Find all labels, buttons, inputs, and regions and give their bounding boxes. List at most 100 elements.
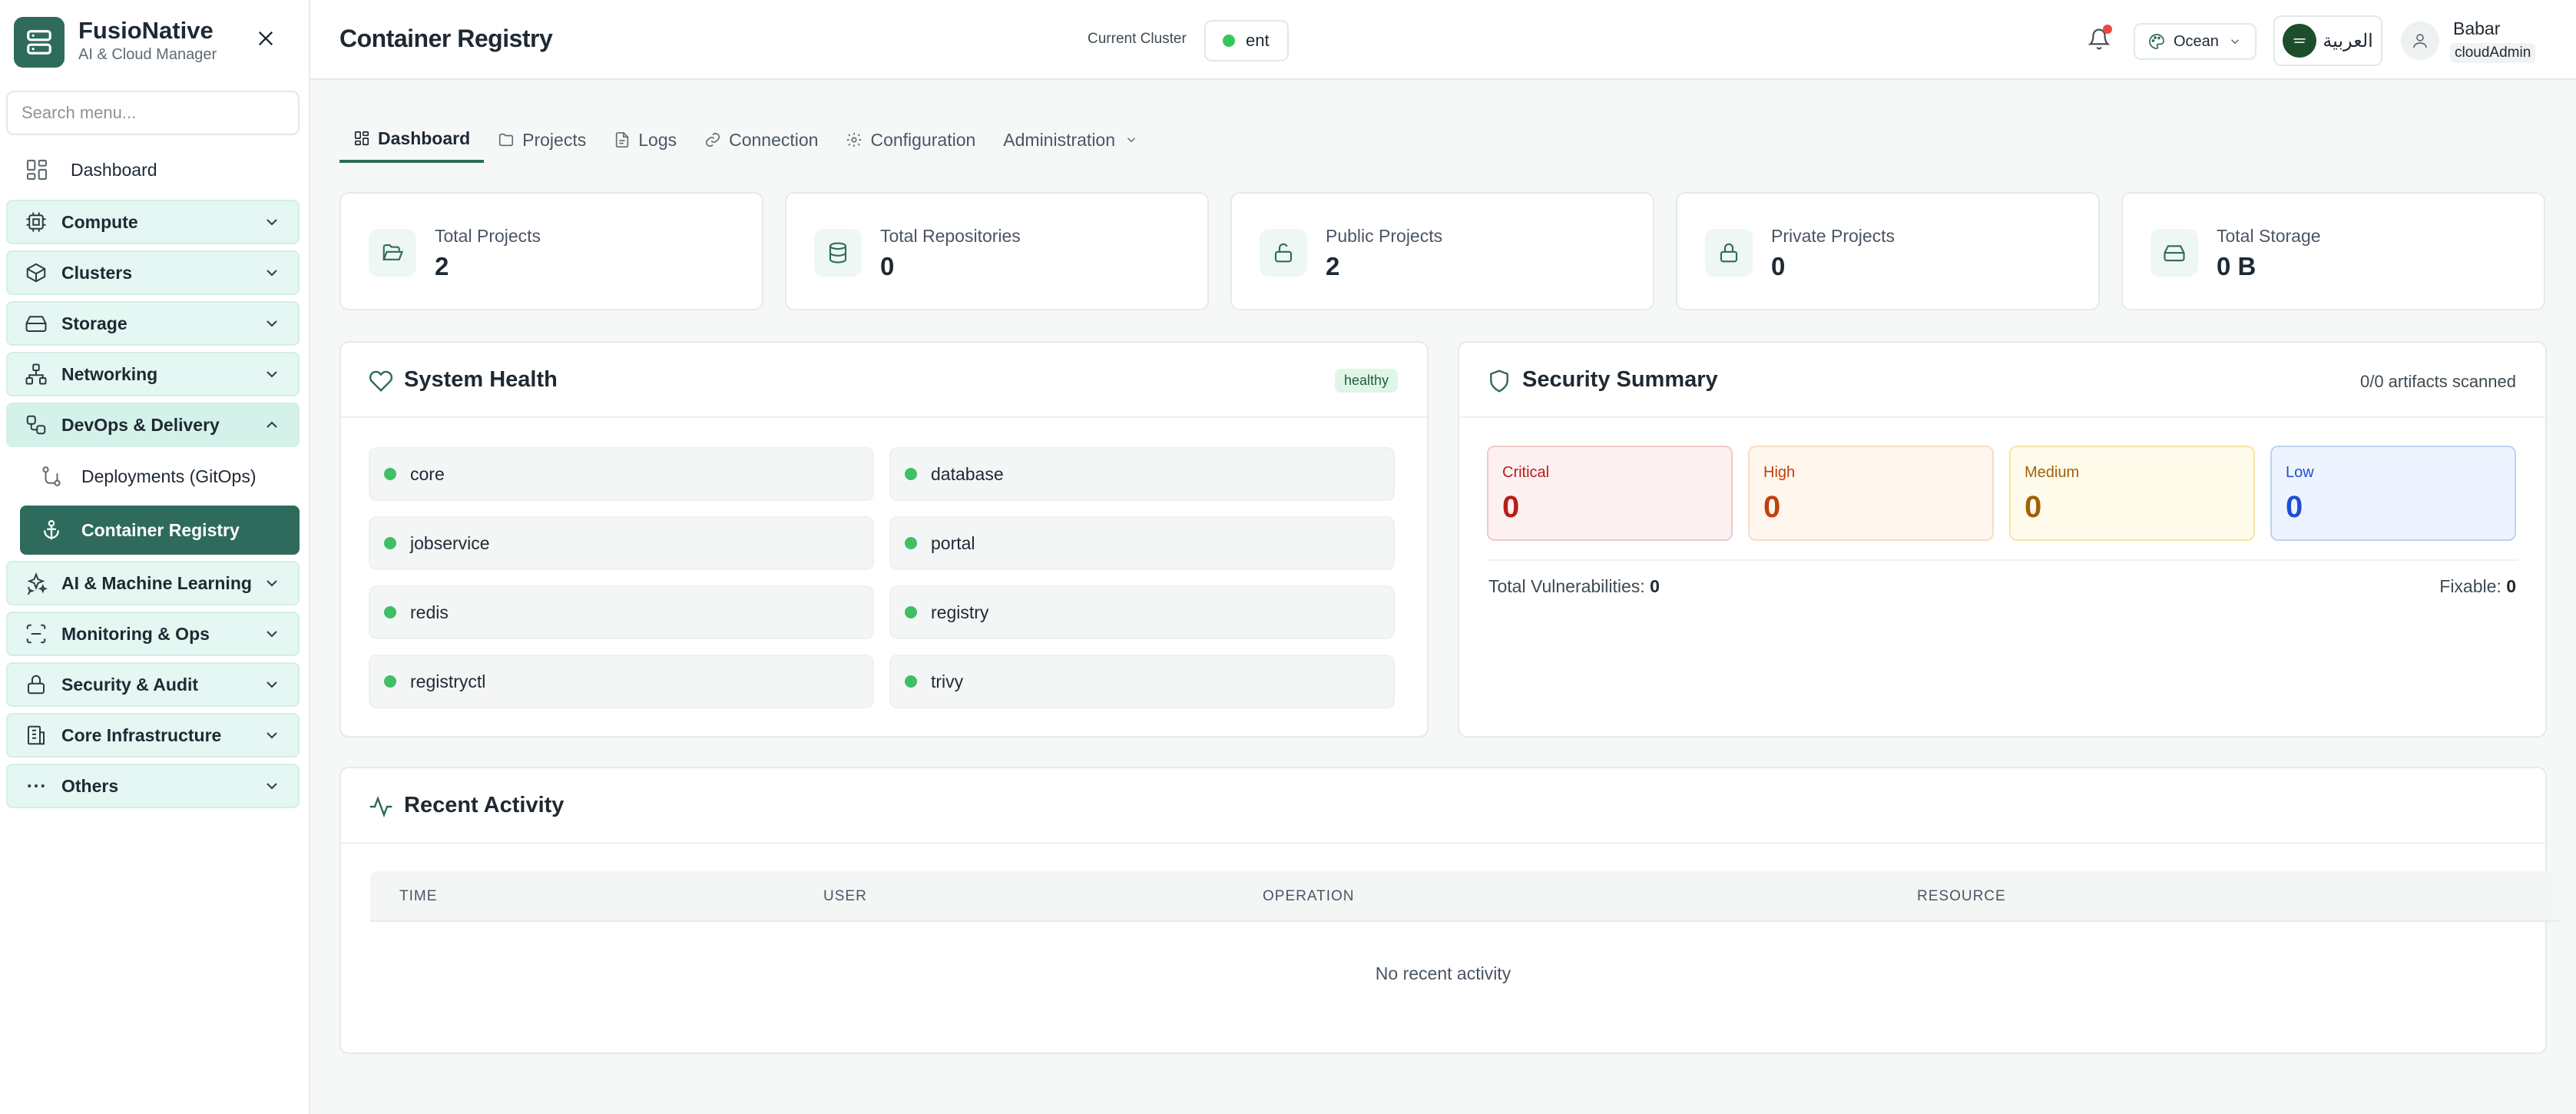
chevron-down-icon	[267, 681, 277, 688]
status-dot	[384, 537, 396, 549]
shield-icon	[1490, 370, 1508, 393]
tab-projects[interactable]: Projects	[484, 117, 600, 163]
column-header-resource: RESOURCE	[1917, 888, 2006, 904]
notifications-button[interactable]	[2083, 23, 2115, 55]
severity-card-critical: Critical 0	[1487, 446, 1733, 541]
sidebar-group-compute[interactable]: Compute	[6, 200, 300, 244]
language-switch-button[interactable]: العربية	[2273, 15, 2382, 66]
sidebar-group-label: DevOps & Delivery	[61, 414, 220, 435]
status-dot	[905, 537, 917, 549]
chevron-down-icon	[267, 320, 277, 327]
stat-label: Public Projects	[1326, 226, 1443, 246]
status-dot	[905, 675, 917, 688]
sidebar-group-clusters[interactable]: Clusters	[6, 250, 300, 295]
artifacts-scanned-text: 0/0 artifacts scanned	[2359, 372, 2516, 391]
chevron-down-icon	[2230, 39, 2239, 45]
service-name: jobservice	[410, 532, 490, 553]
cluster-label: Current Cluster	[1088, 31, 1187, 47]
stat-label: Private Projects	[1771, 226, 1896, 246]
language-flag-icon	[2283, 24, 2317, 58]
chevron-up-icon	[267, 421, 277, 428]
sidebar-group-label: Clusters	[61, 262, 133, 283]
sidebar-group-label: Others	[61, 775, 119, 796]
palette-icon	[2149, 34, 2164, 49]
total-vulnerabilities-label: Total Vulnerabilities:	[1488, 576, 1645, 596]
sidebar-group-monitoring[interactable]: Monitoring & Ops	[6, 612, 300, 656]
service-item: database	[889, 447, 1395, 501]
theme-selector[interactable]: Ocean	[2134, 23, 2256, 60]
sidebar-item-dashboard[interactable]: Dashboard	[6, 146, 300, 194]
sidebar-item-deployments[interactable]: Deployments (GitOps)	[6, 452, 300, 501]
cluster-selector[interactable]: ent	[1204, 20, 1289, 61]
severity-card-low: Low 0	[2270, 446, 2516, 541]
sidebar-group-storage[interactable]: Storage	[6, 301, 300, 346]
panel-header: Security Summary 0/0 artifacts scanned	[1459, 343, 2545, 418]
divider	[1487, 559, 2518, 561]
cluster-status-dot	[1223, 35, 1235, 47]
folder-icon	[499, 133, 514, 147]
status-dot	[384, 468, 396, 480]
lock-icon	[28, 675, 45, 695]
stat-card-total-projects: Total Projects 2	[339, 192, 763, 310]
chevron-down-icon	[267, 371, 277, 378]
chevron-down-icon	[267, 270, 277, 277]
settings-icon	[847, 132, 862, 148]
service-name: database	[931, 463, 1004, 484]
scan-icon	[26, 624, 46, 644]
sidebar-group-others[interactable]: Others	[6, 764, 300, 808]
chevron-down-icon	[1127, 138, 1136, 143]
total-vulnerabilities-value: 0	[1650, 576, 1660, 596]
service-name: core	[410, 463, 445, 484]
close-sidebar-button[interactable]	[250, 23, 281, 54]
panel-title: Security Summary	[1522, 367, 1718, 392]
user-avatar-icon	[2401, 22, 2439, 60]
stat-value: 2	[435, 252, 449, 280]
server-logo-icon	[14, 17, 65, 68]
tab-administration[interactable]: Administration	[989, 117, 1152, 163]
sidebar-group-label: Storage	[61, 313, 127, 333]
registry-tabs: Dashboard Projects Logs Connection Confi…	[339, 117, 1152, 163]
recent-activity-panel: Recent Activity TIME USER OPERATION RESO…	[339, 767, 2559, 1054]
total-vulnerabilities: Total Vulnerabilities: 0	[1488, 576, 1660, 597]
tab-label: Dashboard	[378, 128, 471, 148]
service-name: portal	[931, 532, 975, 553]
sidebar-group-label: Core Infrastructure	[61, 724, 222, 745]
service-name: registryctl	[410, 671, 486, 691]
fixable-value: 0	[2506, 576, 2516, 596]
user-menu[interactable]: Babar cloudAdmin	[2401, 15, 2562, 66]
tab-dashboard[interactable]: Dashboard	[339, 117, 485, 163]
more-horizontal-icon	[28, 784, 45, 787]
sidebar-group-ai-ml[interactable]: AI & Machine Learning	[6, 561, 300, 605]
column-header-operation: OPERATION	[1263, 888, 1355, 904]
user-role-badge: cloudAdmin	[2450, 43, 2536, 63]
severity-label: High	[1763, 464, 1796, 481]
close-icon	[259, 31, 273, 45]
status-badge: healthy	[1334, 369, 1398, 393]
sidebar-group-label: Compute	[61, 211, 138, 232]
sidebar-item-label: Container Registry	[81, 519, 240, 540]
sidebar: FusioNative AI & Cloud Manager Dashboard…	[0, 0, 310, 1114]
system-health-panel: System Health healthy core database jobs…	[339, 341, 1429, 738]
folder-open-icon	[369, 229, 416, 277]
tab-connection[interactable]: Connection	[690, 117, 832, 163]
sidebar-search-input[interactable]	[6, 91, 300, 135]
page-title: Container Registry	[339, 25, 553, 52]
sidebar-group-label: Security & Audit	[61, 674, 199, 695]
top-header: Container Registry Current Cluster ent O…	[310, 0, 2576, 80]
sidebar-item-container-registry[interactable]: Container Registry	[20, 506, 300, 555]
sidebar-group-core-infra[interactable]: Core Infrastructure	[6, 713, 300, 758]
sidebar-item-label: Dashboard	[71, 159, 157, 180]
cluster-value: ent	[1246, 31, 1270, 50]
tab-label: Administration	[1003, 129, 1116, 150]
service-item: core	[369, 447, 874, 501]
tab-label: Connection	[729, 129, 819, 150]
tab-configuration[interactable]: Configuration	[832, 117, 989, 163]
tab-logs[interactable]: Logs	[600, 117, 690, 163]
stat-label: Total Storage	[2217, 226, 2321, 246]
sidebar-group-networking[interactable]: Networking	[6, 352, 300, 396]
sidebar-group-security[interactable]: Security & Audit	[6, 662, 300, 707]
sidebar-group-devops[interactable]: DevOps & Delivery	[6, 403, 300, 447]
fixable-label: Fixable:	[2439, 576, 2502, 596]
link-icon	[706, 132, 720, 148]
service-item: registryctl	[369, 655, 874, 708]
